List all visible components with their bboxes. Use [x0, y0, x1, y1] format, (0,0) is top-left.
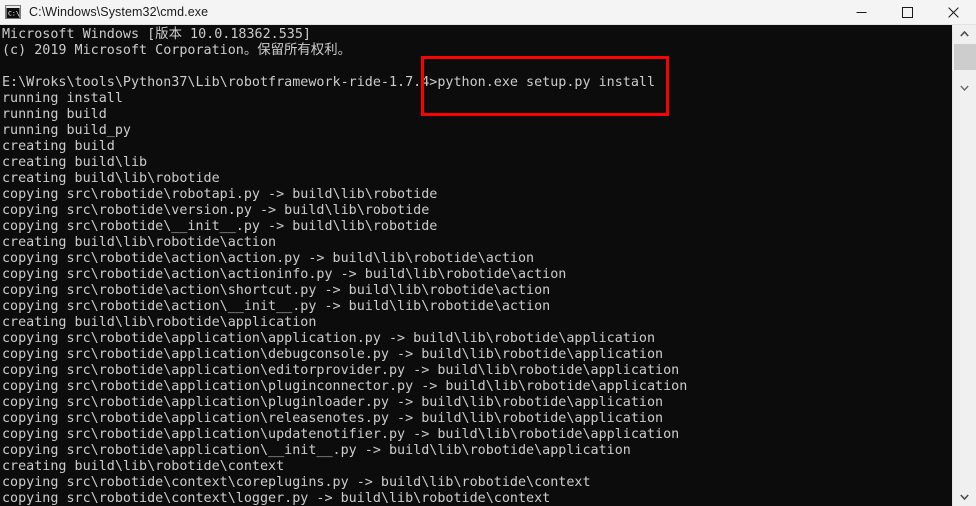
svg-text:C:\: C:\ [8, 10, 20, 18]
console-line: (c) 2019 Microsoft Corporation。保留所有权利。 [2, 43, 351, 58]
console-line: copying src\robotide\context\coreplugins… [2, 475, 591, 490]
scroll-down-button[interactable] [953, 488, 976, 506]
scroll-up-button[interactable] [953, 25, 976, 43]
maximize-icon [901, 6, 913, 18]
minimize-button[interactable] [838, 0, 884, 24]
console-text: Microsoft Windows [版本 10.0.18362.535] (c)… [2, 27, 952, 506]
console-line: copying src\robotide\application\pluginc… [2, 379, 688, 394]
console-line: running build_py [2, 123, 131, 138]
chevron-up-icon [960, 31, 969, 37]
maximize-button[interactable] [884, 0, 930, 24]
minimize-icon [856, 11, 866, 13]
titlebar[interactable]: C:\ C:\Windows\System32\cmd.exe [0, 0, 976, 25]
chevron-down-icon [960, 85, 969, 91]
console-line: copying src\robotide\version.py -> build… [2, 203, 430, 218]
console-line: creating build\lib\robotide\context [2, 459, 285, 474]
console-line: creating build\lib\robotide [2, 171, 220, 186]
console-line: copying src\robotide\action\__init__.py … [2, 299, 551, 314]
console-line: running install [2, 91, 123, 106]
console-line: running build [2, 107, 107, 122]
cmd-console-icon: C:\ [5, 5, 21, 19]
console-line: copying src\robotide\context\logger.py -… [2, 491, 551, 506]
console-output-area[interactable]: Microsoft Windows [版本 10.0.18362.535] (c)… [0, 25, 952, 506]
console-line: Microsoft Windows [版本 10.0.18362.535] [2, 27, 311, 42]
chevron-down-icon [960, 494, 969, 500]
console-line: copying src\robotide\application\release… [2, 411, 664, 426]
console-line: creating build\lib\robotide\action [2, 235, 277, 250]
console-line: creating build\lib\robotide\application [2, 315, 317, 330]
console-line: copying src\robotide\action\shortcut.py … [2, 283, 551, 298]
console-line: creating build [2, 139, 115, 154]
close-icon [947, 6, 959, 18]
console-line: copying src\robotide\action\actioninfo.p… [2, 267, 567, 282]
window-title: C:\Windows\System32\cmd.exe [29, 5, 209, 19]
console-line: creating build\lib [2, 155, 148, 170]
scrollbar-thumb[interactable] [954, 44, 976, 70]
console-line: E:\Wroks\tools\Python37\Lib\robotframewo… [2, 75, 656, 90]
console-line: copying src\robotide\application\debugco… [2, 347, 664, 362]
console-line: copying src\robotide\application\updaten… [2, 427, 680, 442]
console-line: copying src\robotide\action\action.py ->… [2, 251, 535, 266]
console-line: copying src\robotide\__init__.py -> buil… [2, 219, 438, 234]
console-line: copying src\robotide\application\pluginl… [2, 395, 664, 410]
console-line: copying src\robotide\application\applica… [2, 331, 656, 346]
console-line: copying src\robotide\application\editorp… [2, 363, 680, 378]
console-line: copying src\robotide\robotapi.py -> buil… [2, 187, 438, 202]
close-button[interactable] [930, 0, 976, 24]
vertical-scrollbar[interactable] [952, 25, 976, 506]
scroll-position-marker [953, 81, 976, 95]
cmd-window: C:\ C:\Windows\System32\cmd.exe Microsof… [0, 0, 976, 506]
console-line: copying src\robotide\application\__init_… [2, 443, 631, 458]
